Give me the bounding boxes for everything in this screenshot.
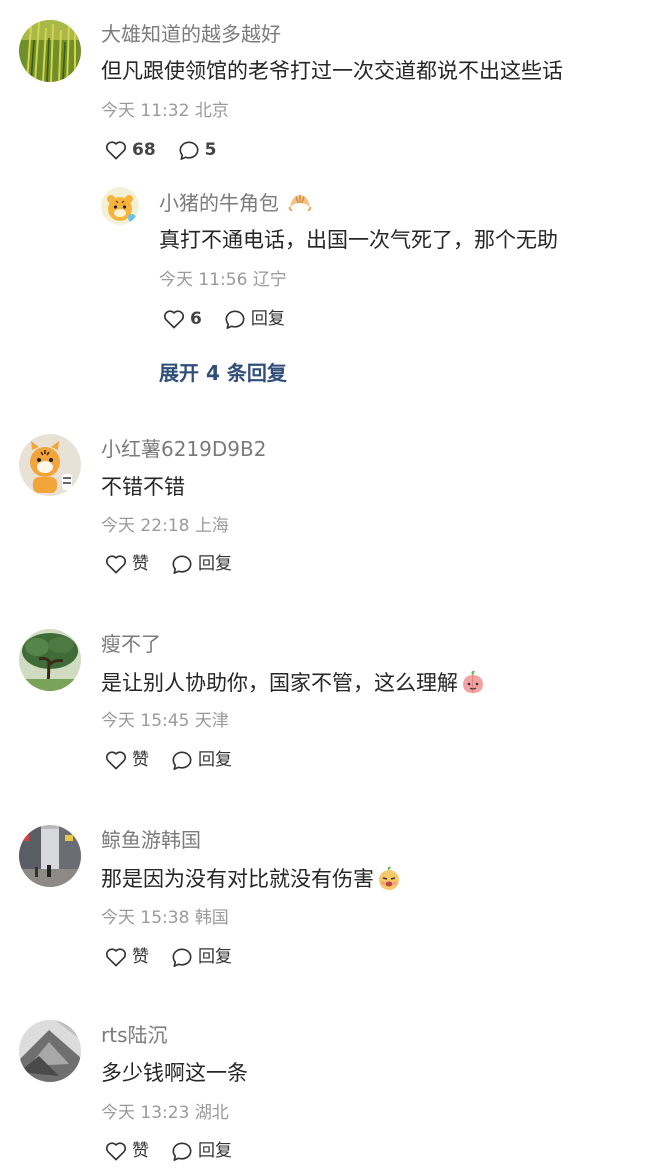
- comment-actions: 赞 回复: [105, 552, 254, 576]
- reply-button[interactable]: 5: [178, 140, 217, 161]
- street-photo-avatar-icon[interactable]: [19, 825, 81, 887]
- comment-time: 今天 11:32: [101, 101, 190, 121]
- reply-label: 回复: [198, 1141, 232, 1161]
- reply-button[interactable]: 回复: [224, 309, 285, 330]
- comment-time: 今天 13:23: [101, 1103, 190, 1123]
- comment-actions: 赞 回复: [105, 945, 254, 969]
- like-count: 68: [132, 140, 156, 160]
- reply-count: 5: [204, 140, 217, 160]
- comment-meta: 今天 15:38 韩国: [101, 908, 229, 928]
- peach-face-emoji: [463, 670, 483, 694]
- like-button[interactable]: 68: [105, 140, 156, 160]
- comment-actions: 68 5: [105, 138, 239, 162]
- reply-label: 回复: [198, 750, 232, 770]
- comment-text: 多少钱啊这一条: [101, 1061, 248, 1085]
- like-button[interactable]: 6: [163, 309, 202, 329]
- reply-text: 真打不通电话，出国一次气死了，那个无助: [159, 228, 558, 252]
- reply-actions: 6 回复: [163, 307, 307, 331]
- wheat-field-avatar-icon[interactable]: [19, 20, 81, 82]
- reply-button[interactable]: 回复: [171, 554, 232, 575]
- heart-icon: [105, 948, 127, 967]
- comment-meta: 今天 13:23 湖北: [101, 1103, 229, 1123]
- comment-text: 但凡跟使领馆的老爷打过一次交道都说不出这些话: [101, 59, 563, 83]
- reply-meta: 今天 11:56 辽宁: [159, 270, 287, 290]
- heart-icon: [163, 310, 185, 329]
- comment-time: 今天 22:18: [101, 516, 190, 536]
- comment-location: 湖北: [194, 1103, 229, 1123]
- comment-text: 是让别人协助你，国家不管，这么理解: [101, 669, 486, 696]
- like-label: 赞: [132, 947, 149, 967]
- comment-location: 韩国: [194, 908, 229, 928]
- heart-icon: [105, 555, 127, 574]
- comment-actions: 赞 回复: [105, 748, 254, 772]
- comment-location: 上海: [194, 516, 229, 536]
- croissant-icon: [289, 195, 312, 211]
- like-label: 赞: [132, 1141, 149, 1161]
- comment-username[interactable]: 鲸鱼游韩国: [101, 828, 201, 852]
- comment-bubble-icon: [225, 309, 245, 329]
- comment-location: 北京: [194, 101, 229, 121]
- heart-icon: [105, 141, 127, 160]
- geometric-avatar-icon[interactable]: [19, 1020, 81, 1082]
- like-button[interactable]: 赞: [105, 554, 149, 574]
- reply-button[interactable]: 回复: [171, 947, 232, 968]
- comment-text: 那是因为没有对比就没有伤害: [101, 865, 402, 892]
- comment-text: 不错不错: [101, 475, 185, 499]
- heart-icon: [105, 1142, 127, 1161]
- like-label: 赞: [132, 554, 149, 574]
- comment-bubble-icon: [179, 140, 199, 160]
- comment-bubble-icon: [172, 750, 192, 770]
- tiger-avatar-icon[interactable]: [19, 434, 81, 496]
- comment-username[interactable]: 小红薯6219D9B2: [101, 437, 266, 461]
- comment-actions: 赞 回复: [105, 1139, 254, 1163]
- like-button[interactable]: 赞: [105, 750, 149, 770]
- expand-replies-link[interactable]: 展开 4 条回复: [159, 357, 287, 386]
- reply-time: 今天 11:56: [159, 270, 248, 290]
- comment-meta: 今天 11:32 北京: [101, 101, 229, 121]
- comment-meta: 今天 15:45 天津: [101, 711, 229, 731]
- comment-time: 今天 15:38: [101, 908, 190, 928]
- reply-button[interactable]: 回复: [171, 750, 232, 771]
- comment-bubble-icon: [172, 947, 192, 967]
- reply-label: 回复: [198, 554, 232, 574]
- comment-username[interactable]: 瘦不了: [101, 632, 161, 656]
- comment-time: 今天 15:45: [101, 711, 190, 731]
- reply-location: 辽宁: [252, 270, 287, 290]
- heart-icon: [105, 751, 127, 770]
- comment-meta: 今天 22:18 上海: [101, 516, 229, 536]
- reply-label: 回复: [250, 309, 285, 329]
- reply-username[interactable]: 小猪的牛角包: [159, 191, 313, 215]
- tiger-cub-avatar-icon[interactable]: [101, 187, 139, 225]
- comment-bubble-icon: [172, 554, 192, 574]
- tree-avatar-icon[interactable]: [19, 629, 81, 691]
- like-button[interactable]: 赞: [105, 1141, 149, 1161]
- comment-username[interactable]: rts陆沉: [101, 1023, 167, 1047]
- reply-label: 回复: [198, 947, 232, 967]
- comment-username[interactable]: 大雄知道的越多越好: [101, 22, 281, 46]
- reply-button[interactable]: 回复: [171, 1141, 232, 1162]
- comment-bubble-icon: [172, 1141, 192, 1161]
- like-label: 赞: [132, 750, 149, 770]
- like-count: 6: [190, 309, 202, 329]
- comment-location: 天津: [194, 711, 229, 731]
- comment-item: 大雄知道的越多越好 但凡跟使领馆的老爷打过一次交道都说不出这些话 今天 11:3…: [0, 0, 652, 400]
- sly-face-emoji: [379, 866, 399, 890]
- like-button[interactable]: 赞: [105, 947, 149, 967]
